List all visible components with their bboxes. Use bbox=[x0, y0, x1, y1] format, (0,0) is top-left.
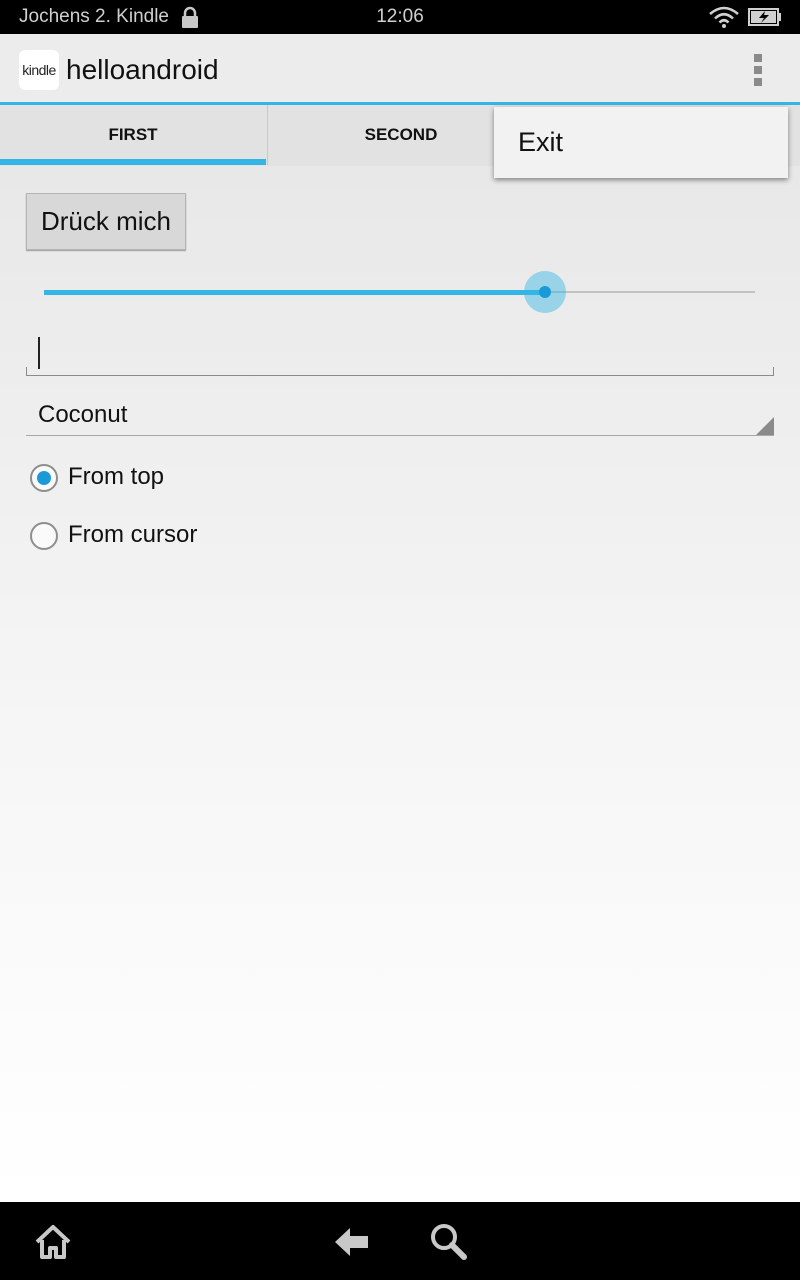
home-icon[interactable] bbox=[33, 1222, 73, 1262]
radio-from-top[interactable]: From top bbox=[30, 456, 350, 500]
clock: 12:06 bbox=[376, 6, 424, 27]
overflow-menu-icon[interactable] bbox=[742, 52, 774, 88]
app-icon-text: kindle bbox=[22, 62, 56, 78]
radio-checked-icon bbox=[30, 464, 58, 492]
main-content: Drück mich Coconut From top From cursor bbox=[0, 166, 800, 1202]
press-me-button[interactable]: Drück mich bbox=[26, 193, 186, 250]
search-icon[interactable] bbox=[428, 1221, 468, 1261]
tab-first[interactable]: FIRST bbox=[0, 105, 266, 165]
fruit-spinner[interactable]: Coconut bbox=[26, 392, 774, 436]
overflow-menu-popup: Exit bbox=[494, 107, 788, 178]
back-icon[interactable] bbox=[332, 1224, 372, 1260]
text-input[interactable] bbox=[26, 336, 774, 376]
radio-from-cursor-label: From cursor bbox=[68, 521, 198, 548]
action-bar: kindle helloandroid bbox=[0, 34, 800, 102]
seekbar-progress bbox=[44, 290, 546, 295]
app-title: helloandroid bbox=[66, 54, 219, 85]
wifi-icon bbox=[709, 6, 739, 28]
radio-unchecked-icon bbox=[30, 522, 58, 550]
tab-selected-indicator bbox=[0, 159, 266, 165]
radio-from-top-label: From top bbox=[68, 463, 165, 490]
text-cursor bbox=[38, 337, 40, 369]
spinner-selected-value: Coconut bbox=[38, 401, 128, 428]
app-icon[interactable]: kindle bbox=[19, 50, 59, 90]
radio-from-cursor[interactable]: From cursor bbox=[30, 514, 350, 558]
tab-first-label: FIRST bbox=[108, 125, 158, 144]
tab-second-label: SECOND bbox=[364, 125, 438, 144]
menu-item-exit-label: Exit bbox=[518, 127, 564, 157]
dropdown-triangle-icon bbox=[756, 417, 774, 435]
status-bar: Jochens 2. Kindle 12:06 bbox=[0, 0, 800, 34]
menu-item-exit[interactable]: Exit bbox=[494, 107, 788, 178]
seekbar-thumb[interactable] bbox=[524, 271, 567, 313]
battery-charging-icon bbox=[748, 8, 781, 26]
navigation-bar bbox=[0, 1202, 800, 1280]
